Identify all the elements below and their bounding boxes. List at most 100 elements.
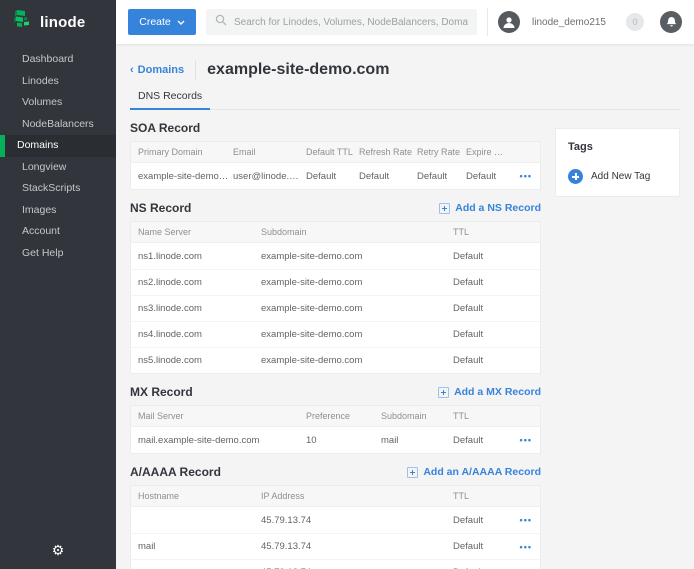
sidebar-item-account[interactable]: Account: [0, 221, 116, 243]
add-a-record-button[interactable]: Add an A/AAAA Record: [407, 466, 541, 478]
tab-bar: DNS Records: [130, 90, 680, 110]
global-search: [206, 9, 477, 35]
row-actions-ellipsis-icon[interactable]: •••: [508, 515, 532, 525]
subdomain-value: example-site-demo.com: [261, 355, 453, 366]
a-table: Hostname IP Address TTL 45.79.13.74 Defa…: [130, 485, 541, 569]
ns-table-header: Name Server Subdomain TTL: [131, 222, 540, 243]
column-header: Hostname: [138, 491, 261, 501]
ns-section-title: NS Record: [130, 201, 191, 215]
back-arrow-icon: ‹: [130, 64, 134, 76]
row-actions-ellipsis-icon[interactable]: •••: [508, 171, 532, 181]
linode-logo-icon: [13, 9, 33, 36]
add-mx-record-label: Add a MX Record: [454, 386, 541, 398]
sidebar-item-get-help[interactable]: Get Help: [0, 243, 116, 265]
topbar: Create linode_demo215 0: [116, 0, 694, 44]
ttl-value: Default: [453, 329, 532, 340]
sidebar-item-domains[interactable]: Domains: [0, 135, 116, 157]
sidebar-nav: Dashboard Linodes Volumes NodeBalancers …: [0, 49, 116, 264]
linode-logo[interactable]: linode: [0, 0, 116, 44]
ip-address-value: 45.79.13.74: [261, 515, 453, 526]
subdomain-value: mail: [381, 435, 453, 446]
mx-section-title: MX Record: [130, 385, 193, 399]
name-server-value: ns5.linode.com: [138, 355, 261, 366]
soa-section-title: SOA Record: [130, 121, 200, 135]
mail-server-value: mail.example-site-demo.com: [138, 435, 306, 446]
plus-box-icon: [438, 387, 449, 398]
sidebar-item-longview[interactable]: Longview: [0, 157, 116, 179]
settings-gear-icon[interactable]: ⚙: [0, 542, 116, 559]
search-input[interactable]: [234, 17, 468, 28]
ttl-value: Default: [453, 277, 532, 288]
soa-table-header: Primary Domain Email Default TTL Refresh…: [131, 142, 540, 163]
column-header: Name Server: [138, 227, 261, 237]
refresh-rate-value: Default: [359, 171, 417, 182]
notifications-bell-icon[interactable]: [660, 11, 682, 33]
tags-card: Tags Add New Tag: [555, 128, 680, 197]
column-header: TTL: [453, 491, 508, 501]
tags-column: Tags Add New Tag: [555, 110, 680, 569]
preference-value: 10: [306, 435, 381, 446]
mx-section-head: MX Record Add a MX Record: [130, 385, 541, 399]
soa-record-row: example-site-demo.com user@linode.com De…: [131, 163, 540, 189]
column-header: TTL: [453, 227, 532, 237]
soa-section-head: SOA Record: [130, 121, 541, 135]
add-new-tag-label: Add New Tag: [591, 171, 650, 182]
a-table-header: Hostname IP Address TTL: [131, 486, 540, 507]
ns-record-row: ns5.linode.com example-site-demo.com Def…: [131, 347, 540, 373]
add-new-tag-button[interactable]: Add New Tag: [568, 169, 667, 184]
expire-time-value: Default: [466, 171, 508, 182]
sidebar-item-images[interactable]: Images: [0, 200, 116, 222]
sidebar-item-volumes[interactable]: Volumes: [0, 92, 116, 114]
mx-table: Mail Server Preference Subdomain TTL mai…: [130, 405, 541, 454]
a-section-title: A/AAAA Record: [130, 465, 221, 479]
ns-record-row: ns3.linode.com example-site-demo.com Def…: [131, 295, 540, 321]
ttl-value: Default: [453, 515, 508, 526]
name-server-value: ns1.linode.com: [138, 251, 261, 262]
row-actions-ellipsis-icon[interactable]: •••: [508, 435, 532, 445]
create-button-label: Create: [139, 16, 171, 28]
create-button[interactable]: Create: [128, 9, 196, 35]
main-area: Create linode_demo215 0: [116, 0, 694, 569]
column-header: Preference: [306, 411, 381, 421]
ns-record-row: ns4.linode.com example-site-demo.com Def…: [131, 321, 540, 347]
sidebar-item-dashboard[interactable]: Dashboard: [0, 49, 116, 71]
brand-name: linode: [40, 14, 85, 31]
user-avatar[interactable]: [498, 11, 520, 33]
column-header: IP Address: [261, 491, 453, 501]
mx-table-header: Mail Server Preference Subdomain TTL: [131, 406, 540, 427]
sidebar-item-nodebalancers[interactable]: NodeBalancers: [0, 114, 116, 136]
name-server-value: ns4.linode.com: [138, 329, 261, 340]
search-icon: [215, 13, 227, 31]
a-record-row: www 45.79.13.74 Default •••: [131, 559, 540, 569]
sidebar: linode Dashboard Linodes Volumes NodeBal…: [0, 0, 116, 569]
sidebar-item-stackscripts[interactable]: StackScripts: [0, 178, 116, 200]
tab-dns-records[interactable]: DNS Records: [130, 90, 210, 110]
add-mx-record-button[interactable]: Add a MX Record: [438, 386, 541, 398]
ttl-value: Default: [453, 435, 508, 446]
plus-circle-icon: [568, 169, 583, 184]
page-head: ‹ Domains example-site-demo.com: [130, 59, 680, 81]
column-header: Email: [233, 147, 306, 157]
column-header: Subdomain: [261, 227, 453, 237]
add-ns-record-button[interactable]: Add a NS Record: [439, 202, 541, 214]
a-section-head: A/AAAA Record Add an A/AAAA Record: [130, 465, 541, 479]
sidebar-item-linodes[interactable]: Linodes: [0, 71, 116, 93]
mx-record-row: mail.example-site-demo.com 10 mail Defau…: [131, 427, 540, 453]
column-header: TTL: [453, 411, 508, 421]
notification-count-badge[interactable]: 0: [626, 13, 644, 31]
subdomain-value: example-site-demo.com: [261, 303, 453, 314]
column-header: Default TTL: [306, 147, 359, 157]
username-menu[interactable]: linode_demo215: [532, 17, 606, 28]
row-actions-ellipsis-icon[interactable]: •••: [508, 542, 532, 552]
retry-rate-value: Default: [417, 171, 466, 182]
subdomain-value: example-site-demo.com: [261, 251, 453, 262]
subdomain-value: example-site-demo.com: [261, 329, 453, 340]
column-header: Refresh Rate: [359, 147, 417, 157]
default-ttl-value: Default: [306, 171, 359, 182]
app-window: linode Dashboard Linodes Volumes NodeBal…: [0, 0, 694, 569]
breadcrumb-domains[interactable]: ‹ Domains: [130, 64, 184, 76]
name-server-value: ns2.linode.com: [138, 277, 261, 288]
breadcrumb-label: Domains: [138, 64, 184, 76]
plus-box-icon: [439, 203, 450, 214]
add-a-record-label: Add an A/AAAA Record: [423, 466, 541, 478]
